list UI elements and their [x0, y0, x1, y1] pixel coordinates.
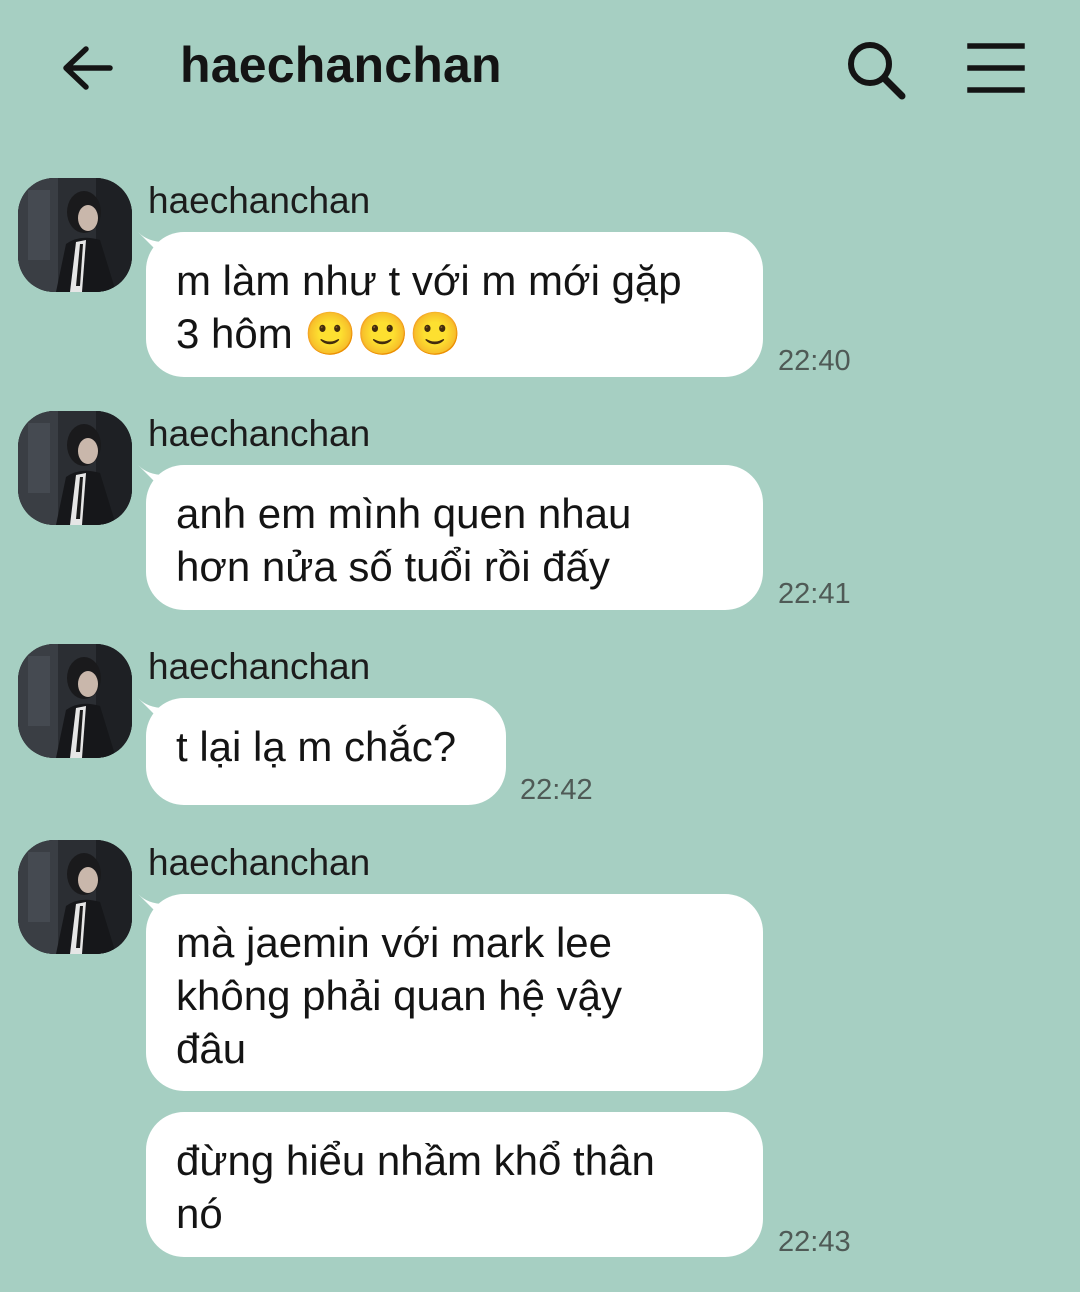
message-line: không phải quan hệ vậy	[176, 972, 623, 1019]
message-line: hơn nửa số tuổi rồi đấy	[176, 543, 610, 590]
hamburger-menu-icon	[967, 43, 1025, 93]
menu-button[interactable]	[966, 40, 1026, 96]
message-line: 3 hôm 🙂🙂🙂	[176, 310, 462, 357]
message-bubble[interactable]: t lại lạ m chắc?	[146, 698, 506, 805]
timestamp: 22:40	[778, 345, 851, 377]
timestamp: 22:43	[778, 1226, 851, 1258]
avatar-image	[18, 411, 132, 525]
avatar[interactable]	[18, 411, 132, 525]
sender-name: haechanchan	[148, 646, 371, 687]
message-bubble[interactable]: m làm như t với m mới gặp 3 hôm 🙂🙂🙂	[146, 232, 763, 377]
message-bubble[interactable]: đừng hiểu nhầm khổ thân nó	[146, 1112, 763, 1257]
sender-name: haechanchan	[148, 413, 371, 454]
avatar[interactable]	[18, 178, 132, 292]
message-line: nó	[176, 1190, 223, 1237]
message-line: t lại lạ m chắc?	[176, 723, 457, 770]
message-bubble[interactable]: mà jaemin với mark lee không phải quan h…	[146, 894, 763, 1091]
back-button[interactable]	[58, 38, 118, 98]
message-line: m làm như t với m mới gặp	[176, 257, 682, 304]
timestamp: 22:41	[778, 578, 851, 610]
avatar-image	[18, 644, 132, 758]
chat-title: haechanchan	[180, 37, 502, 93]
search-button[interactable]	[842, 36, 908, 102]
arrow-left-icon	[63, 46, 113, 90]
message-line: đừng hiểu nhầm khổ thân	[176, 1137, 655, 1184]
avatar[interactable]	[18, 840, 132, 954]
sender-name: haechanchan	[148, 842, 371, 883]
message-line: anh em mình quen nhau	[176, 490, 632, 537]
sender-name: haechanchan	[148, 180, 371, 221]
message-bubble[interactable]: anh em mình quen nhau hơn nửa số tuổi rồ…	[146, 465, 763, 610]
avatar-image	[18, 178, 132, 292]
avatar-image	[18, 840, 132, 954]
search-icon	[848, 42, 906, 100]
message-line: đâu	[176, 1025, 247, 1072]
message-line: mà jaemin với mark lee	[176, 919, 612, 966]
avatar[interactable]	[18, 644, 132, 758]
timestamp: 22:42	[520, 774, 593, 806]
